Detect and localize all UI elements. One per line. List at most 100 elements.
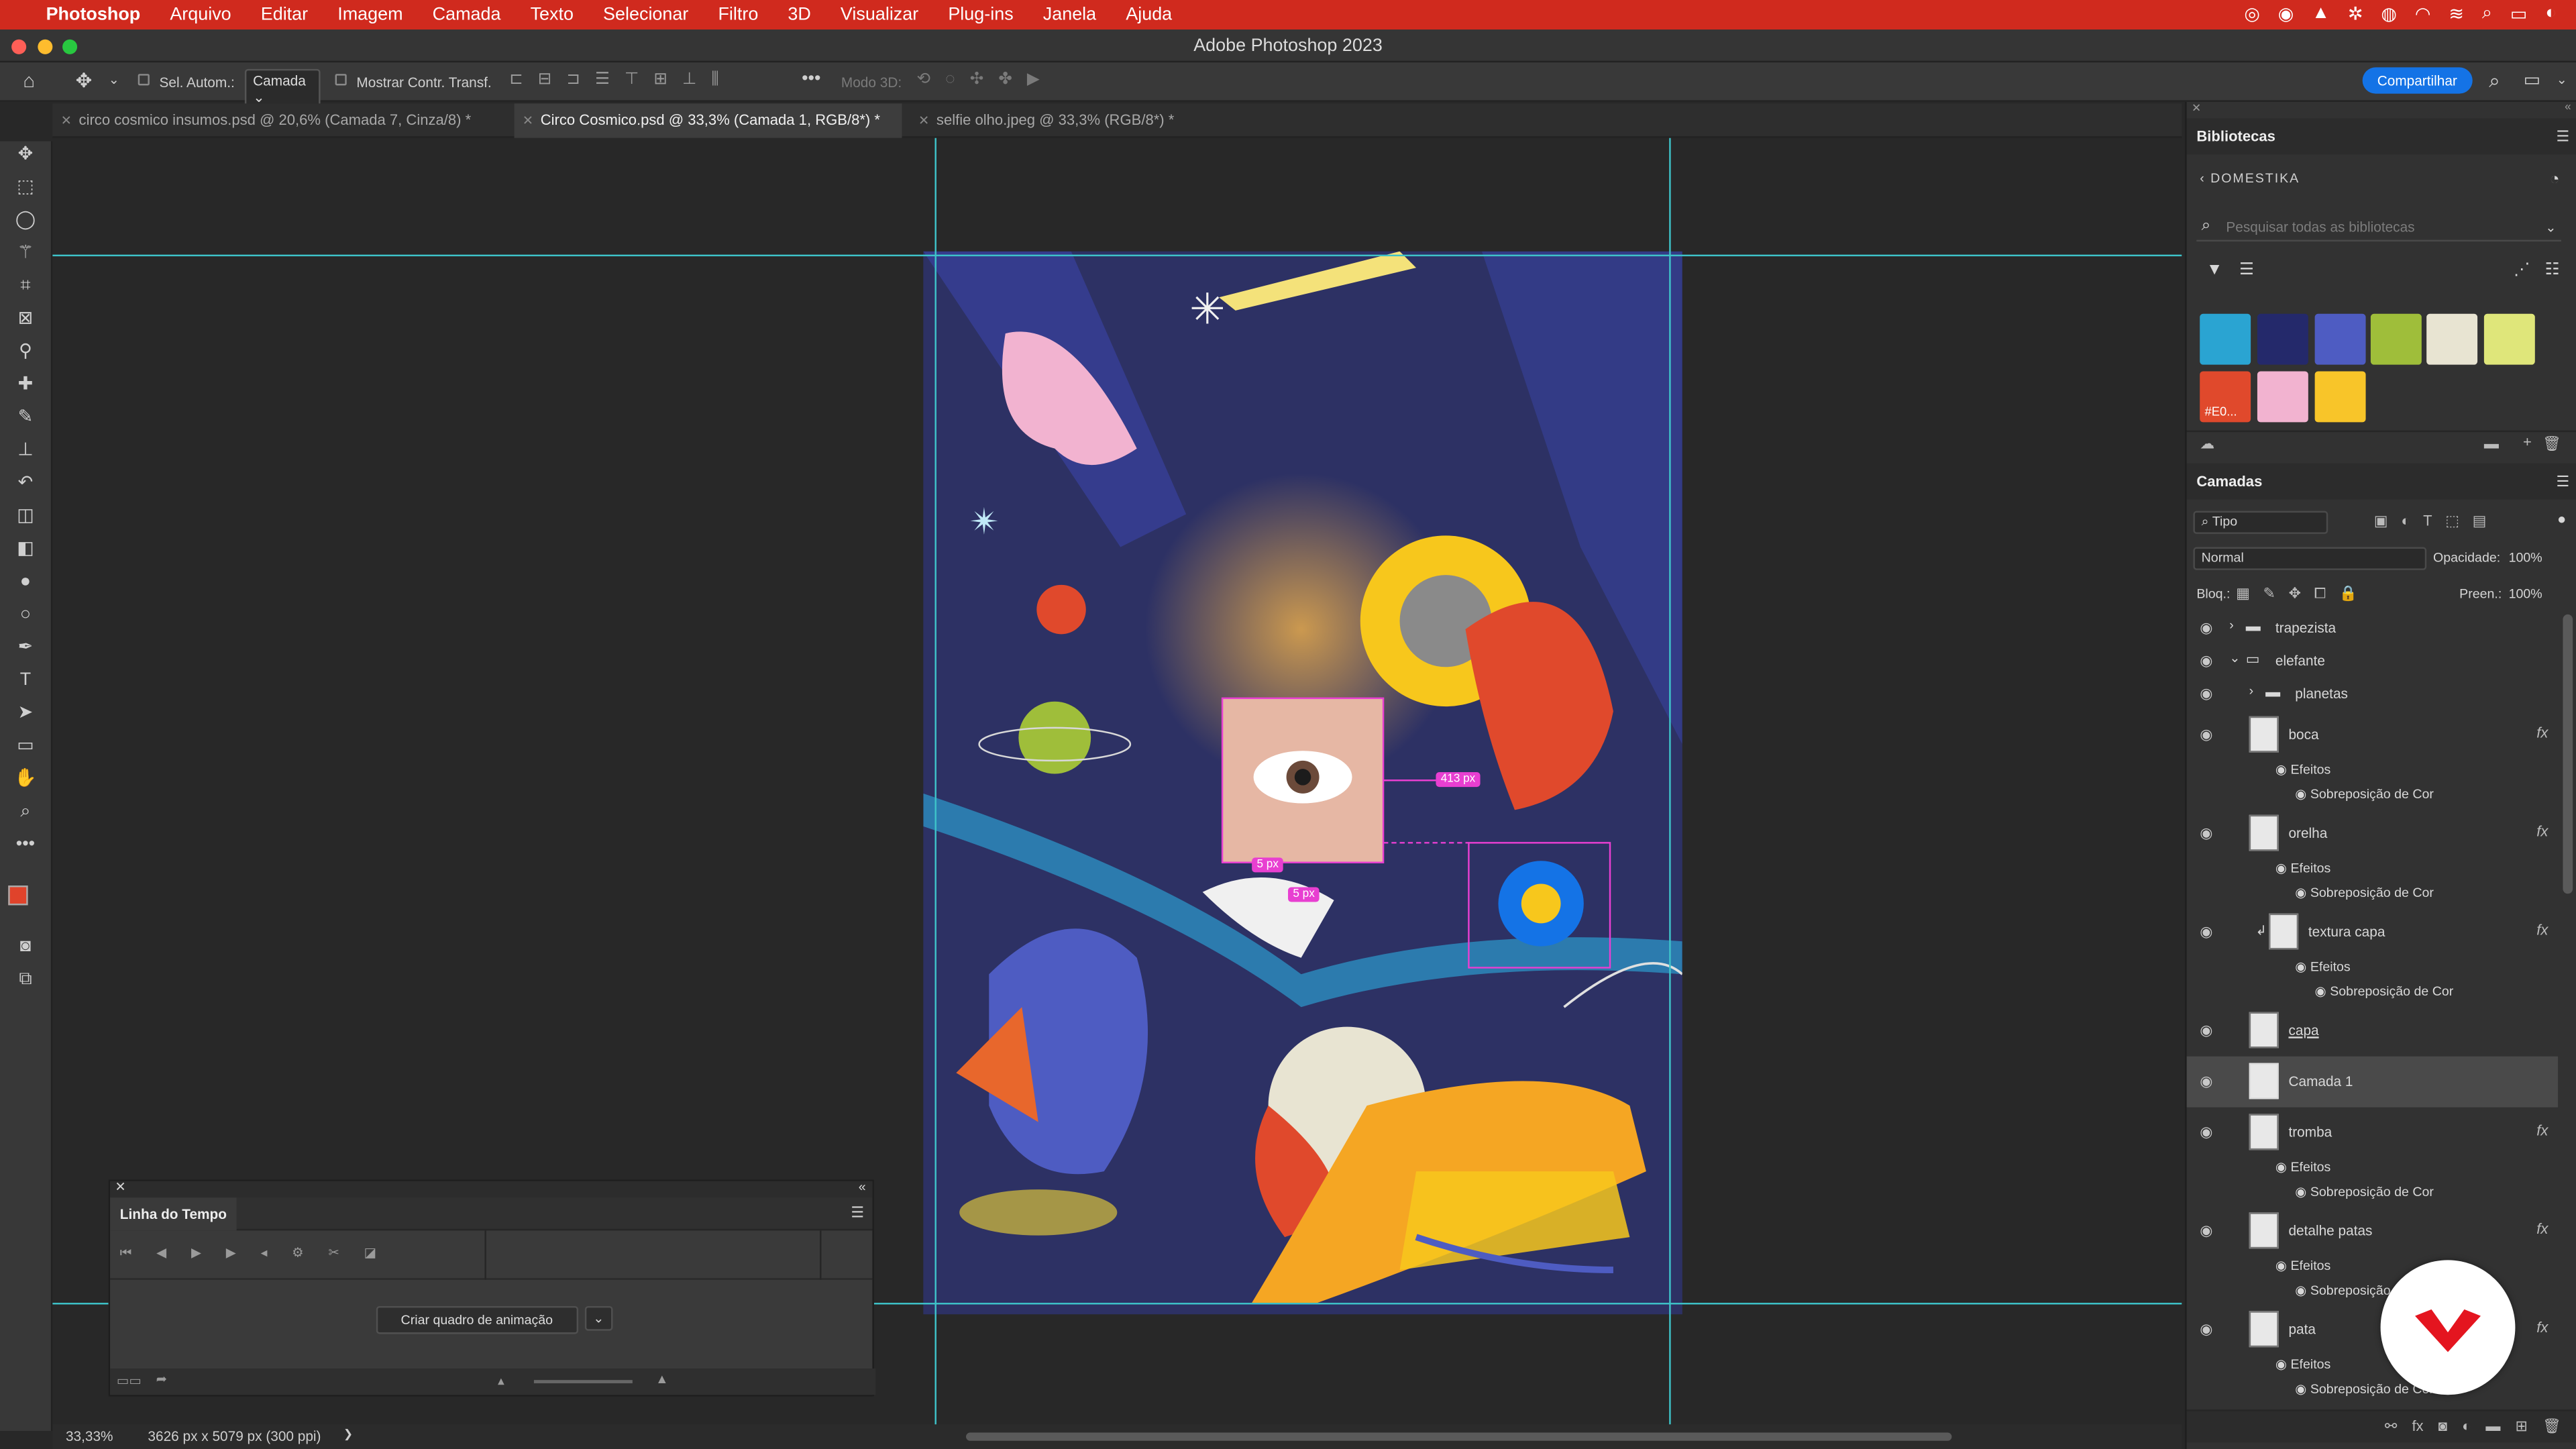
library-name[interactable]: DOMESTIKA	[2210, 171, 2300, 186]
layer-row[interactable]: ◉ orelha fx ◉ Efeitos ◉ Sobreposição de …	[2187, 808, 2558, 907]
horizontal-scrollbar[interactable]	[966, 1432, 1952, 1441]
search-icon[interactable]: ⌕	[2489, 69, 2500, 94]
tab-selfie-olho[interactable]: ✕ selfie olho.jpeg @ 33,3% (RGB/8*) *	[910, 103, 1198, 138]
layer-row-selected[interactable]: ◉ Camada 1	[2186, 1056, 2559, 1108]
visibility-eye-icon[interactable]: ◉	[2200, 685, 2216, 701]
align-left-icon[interactable]: ⊏	[509, 70, 523, 89]
frame-tool-icon[interactable]: ⊠	[10, 306, 42, 332]
home-icon[interactable]: ⌂	[23, 69, 35, 92]
wifi-icon[interactable]: ≋	[2449, 3, 2464, 25]
menu-imagem[interactable]: Imagem	[337, 5, 402, 24]
blend-mode-dropdown[interactable]: Normal	[2193, 547, 2427, 570]
trash-icon[interactable]: 🗑	[2542, 1417, 2561, 1436]
trash-icon[interactable]: 🗑	[2542, 435, 2561, 453]
scissors-icon[interactable]: ✂	[328, 1245, 339, 1261]
creative-cloud-icon[interactable]: ◎	[2244, 3, 2260, 25]
control-center-icon[interactable]: ▭	[2510, 3, 2527, 25]
swatch-5[interactable]	[2483, 313, 2535, 365]
audio-icon[interactable]: ◂	[261, 1245, 268, 1261]
eye-icon[interactable]: ◉	[2295, 1185, 2306, 1199]
move-tool-icon[interactable]: ✥	[76, 69, 93, 92]
effects-fx-icon[interactable]: fx	[2536, 1320, 2548, 1336]
lock-position-icon[interactable]: ✥	[2289, 585, 2301, 603]
search-icon[interactable]: ⌕	[2482, 3, 2492, 25]
close-icon[interactable]: ✕	[523, 103, 533, 138]
play-icon[interactable]: ▶	[191, 1245, 201, 1261]
swatch-0[interactable]	[2200, 313, 2251, 365]
filter-icon[interactable]: ▼	[2206, 261, 2222, 279]
path-select-tool-icon[interactable]: ➤	[10, 700, 42, 726]
effects-fx-icon[interactable]: fx	[2536, 823, 2548, 839]
transition-icon[interactable]: ◪	[364, 1245, 377, 1261]
sync-icon[interactable]: ◉	[2278, 3, 2294, 25]
orbit-3d-icon[interactable]: ⟲	[917, 70, 931, 89]
chevron-right-icon[interactable]: ›	[2249, 684, 2254, 698]
airdrop-icon[interactable]: ◠	[2415, 3, 2431, 25]
more-options-icon[interactable]: •••	[802, 69, 820, 89]
move-tool-icon[interactable]: ✥	[10, 142, 42, 168]
gear-icon[interactable]: ✲	[2348, 3, 2363, 25]
chevron-down-icon[interactable]: ⌄	[109, 72, 119, 87]
opacity-input[interactable]: 100%	[2509, 547, 2555, 570]
zoom-in-icon[interactable]: ▲	[655, 1372, 668, 1387]
layer-row[interactable]: ◉ › ▬ trapezista	[2187, 611, 2558, 644]
chevron-right-icon[interactable]: ›	[2229, 618, 2234, 633]
workspace-icon[interactable]: ▭	[2524, 69, 2540, 90]
convert-frames-icon[interactable]: ▭▭	[117, 1373, 142, 1388]
history-brush-tool-icon[interactable]: ↶	[10, 470, 42, 496]
layers-header[interactable]: Camadas	[2186, 463, 2576, 500]
eraser-tool-icon[interactable]: ◫	[10, 502, 42, 529]
filter-shape-icon[interactable]: ⬚	[2445, 513, 2459, 531]
create-frame-button[interactable]: Criar quadro de animação	[376, 1305, 578, 1334]
roll-3d-icon[interactable]: ◌	[945, 70, 955, 89]
visibility-eye-icon[interactable]: ◉	[2200, 619, 2216, 635]
stamp-tool-icon[interactable]: ⊥	[10, 437, 42, 463]
lock-all-icon[interactable]: 🔒	[2339, 585, 2357, 603]
library-search-input[interactable]: Pesquisar todas as bibliotecas	[2196, 212, 2561, 242]
adobe-icon[interactable]: ▲	[2312, 3, 2330, 25]
layers-scrollbar[interactable]	[2563, 614, 2573, 894]
menu-filtro[interactable]: Filtro	[718, 5, 758, 24]
siri-icon[interactable]: ◐	[2545, 3, 2556, 25]
prev-frame-icon[interactable]: ◀	[156, 1245, 166, 1261]
status-arrow[interactable]: ❯	[343, 1428, 353, 1441]
new-layer-icon[interactable]: ⊞	[2515, 1417, 2527, 1436]
eyedropper-tool-icon[interactable]: ⚲	[10, 338, 42, 364]
align-center-h-icon[interactable]: ⊟	[538, 70, 552, 89]
collapse-icon[interactable]: «	[2565, 102, 2571, 113]
slide-3d-icon[interactable]: ✤	[998, 70, 1012, 89]
panel-menu-icon[interactable]: ☰	[2556, 128, 2569, 146]
align-right-icon[interactable]: ⊐	[566, 70, 580, 89]
visibility-eye-icon[interactable]: ◉	[2200, 1222, 2216, 1238]
swatch-8[interactable]	[2314, 371, 2366, 423]
lock-brush-icon[interactable]: ✎	[2263, 585, 2275, 603]
new-group-icon[interactable]: ▬	[2485, 1417, 2500, 1436]
healing-tool-icon[interactable]: ✚	[10, 371, 42, 397]
distribute-icon[interactable]: ⫼	[711, 70, 718, 89]
tab-circo-cosmico[interactable]: ✕ Circo Cosmico.psd @ 33,3% (Camada 1, R…	[514, 103, 902, 138]
adjustment-layer-icon[interactable]: ◐	[2462, 1417, 2471, 1436]
folder-icon[interactable]: ▬	[2484, 435, 2499, 451]
eye-icon[interactable]: ◉	[2275, 861, 2287, 875]
eye-icon[interactable]: ◉	[2275, 1258, 2287, 1273]
swatch-4[interactable]	[2426, 313, 2478, 365]
hand-tool-icon[interactable]: ✋	[10, 765, 42, 792]
visibility-eye-icon[interactable]: ◉	[2200, 1124, 2216, 1140]
type-tool-icon[interactable]: T	[10, 667, 42, 693]
close-icon[interactable]: ✕	[115, 1179, 125, 1194]
menu-selecionar[interactable]: Selecionar	[603, 5, 688, 24]
collapse-icon[interactable]: «	[859, 1179, 866, 1194]
visibility-eye-icon[interactable]: ◉	[2200, 824, 2216, 841]
menu-ajuda[interactable]: Ajuda	[1126, 5, 1172, 24]
filter-smart-icon[interactable]: ▤	[2473, 513, 2487, 531]
menu-editar[interactable]: Editar	[261, 5, 308, 24]
effects-fx-icon[interactable]: fx	[2536, 1122, 2548, 1138]
eye-icon[interactable]: ◉	[2295, 959, 2306, 974]
align-bottom-icon[interactable]: ⊥	[682, 70, 696, 89]
lasso-tool-icon[interactable]: ◯	[10, 207, 42, 233]
visibility-eye-icon[interactable]: ◉	[2200, 652, 2216, 668]
swatch-2[interactable]	[2314, 313, 2366, 365]
layer-row[interactable]: ◉ tromba fx ◉ Efeitos ◉ Sobreposição de …	[2187, 1108, 2558, 1206]
panel-menu-icon[interactable]: ☰	[851, 1204, 864, 1222]
rectangle-tool-icon[interactable]: ▭	[10, 733, 42, 759]
